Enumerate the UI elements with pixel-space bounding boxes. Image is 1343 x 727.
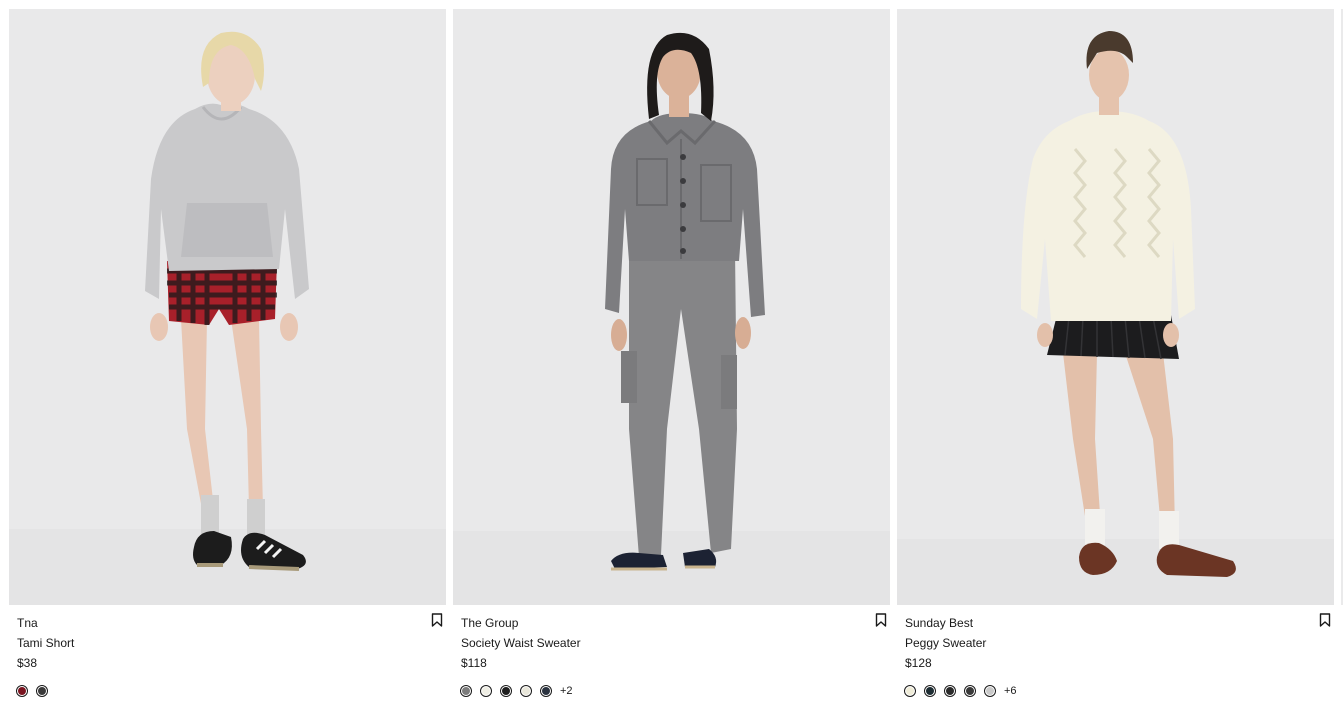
product-name[interactable]: Peggy Sweater	[905, 636, 986, 650]
product-name[interactable]: Tami Short	[17, 636, 74, 650]
swatch-color	[906, 687, 914, 695]
color-swatch[interactable]	[540, 685, 552, 697]
color-swatch[interactable]	[480, 685, 492, 697]
product-name[interactable]: Society Waist Sweater	[461, 636, 581, 650]
bookmark-icon[interactable]	[875, 613, 887, 627]
swatch-color	[18, 687, 26, 695]
swatch-color	[986, 687, 994, 695]
product-card[interactable]: The Group Society Waist Sweater $118 +2	[453, 9, 890, 709]
product-brand[interactable]: Tna	[17, 616, 38, 630]
swatch-color	[482, 687, 490, 695]
swatch-color	[522, 687, 530, 695]
color-swatch[interactable]	[500, 685, 512, 697]
color-swatches: +2	[460, 684, 573, 698]
product-image[interactable]	[897, 9, 1334, 605]
swatch-color	[462, 687, 470, 695]
swatch-color	[542, 687, 550, 695]
product-grid: Tna Tami Short $38 The Group Society Wai…	[9, 9, 1343, 709]
color-swatch[interactable]	[984, 685, 996, 697]
product-image[interactable]	[9, 9, 446, 605]
swatch-color	[926, 687, 934, 695]
swatch-color	[946, 687, 954, 695]
product-price: $128	[905, 656, 932, 670]
swatch-color	[38, 687, 46, 695]
color-swatch[interactable]	[460, 685, 472, 697]
product-price: $38	[17, 656, 38, 670]
product-card[interactable]: Tna Tami Short $38	[9, 9, 446, 709]
color-swatch[interactable]	[964, 685, 976, 697]
color-swatches	[16, 684, 56, 698]
product-info: Tna Tami Short $38	[9, 605, 446, 709]
bookmark-icon[interactable]	[431, 613, 443, 627]
color-swatch[interactable]	[944, 685, 956, 697]
product-info: The Group Society Waist Sweater $118 +2	[453, 605, 890, 709]
color-swatch[interactable]	[904, 685, 916, 697]
color-swatches: +6	[904, 684, 1017, 698]
color-swatch[interactable]	[924, 685, 936, 697]
product-card[interactable]: Sunday Best Peggy Sweater $128 +6	[897, 9, 1334, 709]
bookmark-icon[interactable]	[1319, 613, 1331, 627]
more-colors-count[interactable]: +6	[1004, 685, 1017, 697]
color-swatch[interactable]	[36, 685, 48, 697]
product-price: $118	[461, 656, 487, 670]
swatch-color	[966, 687, 974, 695]
product-info: Sunday Best Peggy Sweater $128 +6	[897, 605, 1334, 709]
product-brand[interactable]: The Group	[461, 616, 518, 630]
color-swatch[interactable]	[520, 685, 532, 697]
swatch-color	[502, 687, 510, 695]
product-brand[interactable]: Sunday Best	[905, 616, 973, 630]
more-colors-count[interactable]: +2	[560, 685, 573, 697]
color-swatch[interactable]	[16, 685, 28, 697]
product-image[interactable]	[453, 9, 890, 605]
